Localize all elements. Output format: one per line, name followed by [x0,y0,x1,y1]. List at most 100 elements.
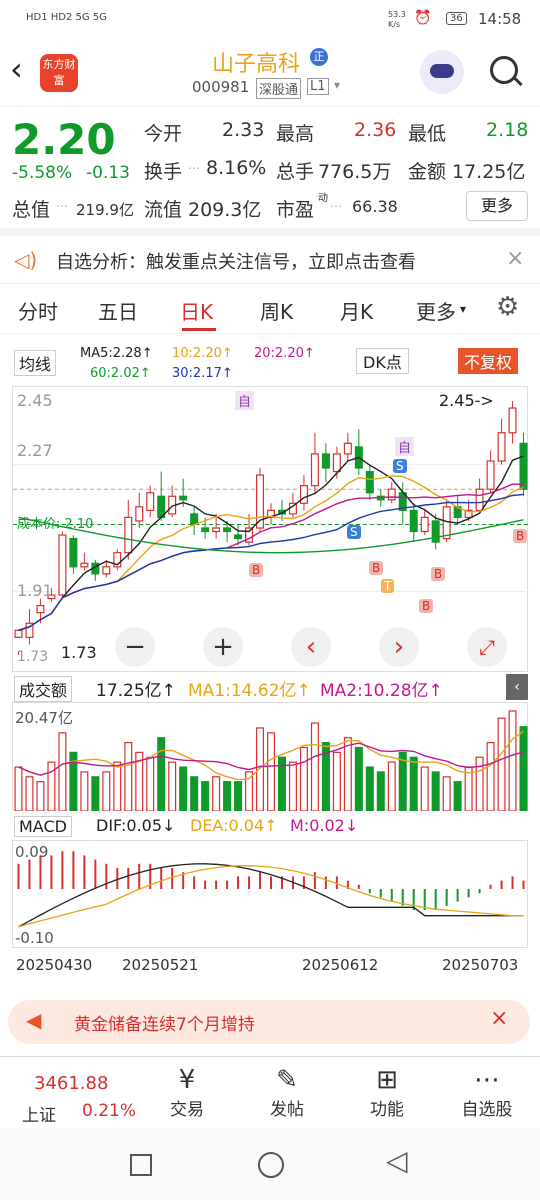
tab-daily-k[interactable]: 日K [180,296,213,325]
analysis-tip[interactable]: ◁) 自选分析：触发重点关注信号，立即点击查看 × [0,228,540,284]
ma-line-5 [18,455,524,631]
volume-selector[interactable]: 成交额 [14,676,73,702]
back-icon[interactable]: ‹ [10,50,23,88]
candle-body [321,453,330,469]
marker-buy[interactable]: B [369,561,384,575]
high-label: 最高 [276,123,315,145]
news-banner[interactable]: ◀ 黄金储备连续7个月增持 × [8,1000,530,1044]
collapse-button[interactable]: ‹ [506,674,528,700]
ma10-value: 10:2.20↑ [172,346,233,361]
candle-body [387,488,396,501]
marker-t[interactable]: T [381,579,395,593]
gear-icon[interactable]: ⚙ [496,292,519,322]
candle-body [310,453,319,487]
zoom-out-button[interactable]: − [115,627,155,667]
tab-monthly-k[interactable]: 月K [340,296,373,325]
expand-icon[interactable]: ⤢ [467,627,507,667]
tab-underline [182,328,216,331]
y-tick-low: 1.91 [17,581,53,600]
marker-buy[interactable]: B [249,563,264,577]
tab-more[interactable]: 更多 [416,296,456,325]
kline-chart[interactable]: 2.45 2.27 成本价: 2.10 1.91 1.73 1.73 2.45-… [12,386,529,672]
ma30-value: 30:2.17↑ [172,366,233,381]
tab-intraday[interactable]: 分时 [18,296,58,325]
volume-label: 总手 [276,161,315,183]
chevron-down-icon[interactable]: ▾ [460,302,466,316]
dk-button[interactable]: DK点 [356,348,409,374]
index-value[interactable]: 3461.88 [34,1073,108,1094]
marker-buy[interactable]: B [419,599,434,613]
watchlist-label: 自选股 [461,1100,513,1120]
volume-bar [409,756,418,811]
chevron-down-icon[interactable]: ▾ [334,78,340,92]
grid-icon: ⊞ [376,1065,398,1095]
dots-icon[interactable]: ⋯ [188,161,200,175]
volume-bar [157,737,166,811]
candle-body [299,485,308,504]
back-nav-icon[interactable]: ◁ [386,1144,408,1177]
volume-ma1: MA1:14.62亿↑ [188,681,311,701]
volume-bar [376,771,385,811]
dots-icon[interactable]: ⋯ [56,199,68,213]
macd-dif: DIF:0.05↓ [96,816,176,835]
marker-sell[interactable]: S [393,459,407,473]
volume-bar [453,781,462,811]
candle-body [431,520,440,543]
marker-zi[interactable]: 自 [235,391,255,410]
change-pct: -5.58% [12,163,73,183]
zoom-in-button[interactable]: + [203,627,243,667]
volume-bar [299,746,308,811]
candle-body [442,506,451,540]
marker-sell[interactable]: S [347,525,361,539]
candle-body [486,460,495,490]
macd-y-top: 0.09 [15,843,49,861]
function-button[interactable]: ⊞ 功能 [352,1065,422,1120]
pan-left-button[interactable]: ‹ [291,627,331,667]
tab-weekly-k[interactable]: 周K [260,296,293,325]
period-tabs: 分时 五日 日K 周K 月K 更多 ▾ ⚙ [0,286,540,334]
index-pct[interactable]: 0.21% [82,1101,136,1121]
watchlist-button[interactable]: ⋯ 自选股 [452,1065,522,1120]
turnover-label: 换手 [144,161,183,183]
volume-bar [442,776,451,811]
app-logo-icon: 东方财富 [40,54,78,92]
level-tag: L1 [307,78,329,95]
home-icon[interactable] [258,1152,284,1178]
trade-button[interactable]: ¥ 交易 [152,1065,222,1120]
stock-title: 山子高科 [212,52,301,77]
marker-buy[interactable]: B [513,529,528,543]
index-name[interactable]: 上证 [22,1101,56,1126]
header: ‹ 东方财富 山子高科 正 000981 深股通 L1 ▾ [0,42,540,106]
robot-avatar-icon[interactable] [420,50,464,94]
dots-icon[interactable]: ⋯ [330,199,342,213]
pan-right-button[interactable]: › [379,627,419,667]
speaker-icon: ◁) [14,248,38,272]
macd-selector[interactable]: MACD [14,816,72,837]
close-icon[interactable]: × [490,1006,508,1031]
float-value: 209.3亿 [188,199,262,221]
fq-button[interactable]: 不复权 [458,348,519,374]
volume-bar [519,726,528,811]
recents-icon[interactable] [130,1154,152,1176]
volume-bar [508,710,517,811]
candle-body [519,442,528,490]
macd-svg [17,851,525,928]
search-icon[interactable] [490,56,523,87]
volume-bar [266,732,276,811]
candle-body [234,534,243,540]
tab-five-day[interactable]: 五日 [98,296,138,325]
badge-icon: 正 [310,48,328,66]
min-mark: 1.73 [61,643,97,662]
volume-bar [25,776,34,811]
more-button[interactable]: 更多 [466,191,528,221]
post-button[interactable]: ✎ 发帖 [252,1065,322,1120]
macd-chart[interactable]: 0.09 -0.10 [12,840,528,948]
ma-selector[interactable]: 均线 [14,350,57,376]
close-icon[interactable]: × [506,246,524,271]
volume-chart[interactable]: 20.47亿 [12,702,528,811]
marker-buy[interactable]: B [431,567,446,581]
volume-bar [332,751,341,811]
candle-body [135,506,144,522]
candle-body [365,470,374,494]
marker-zi[interactable]: 自 [395,437,415,456]
